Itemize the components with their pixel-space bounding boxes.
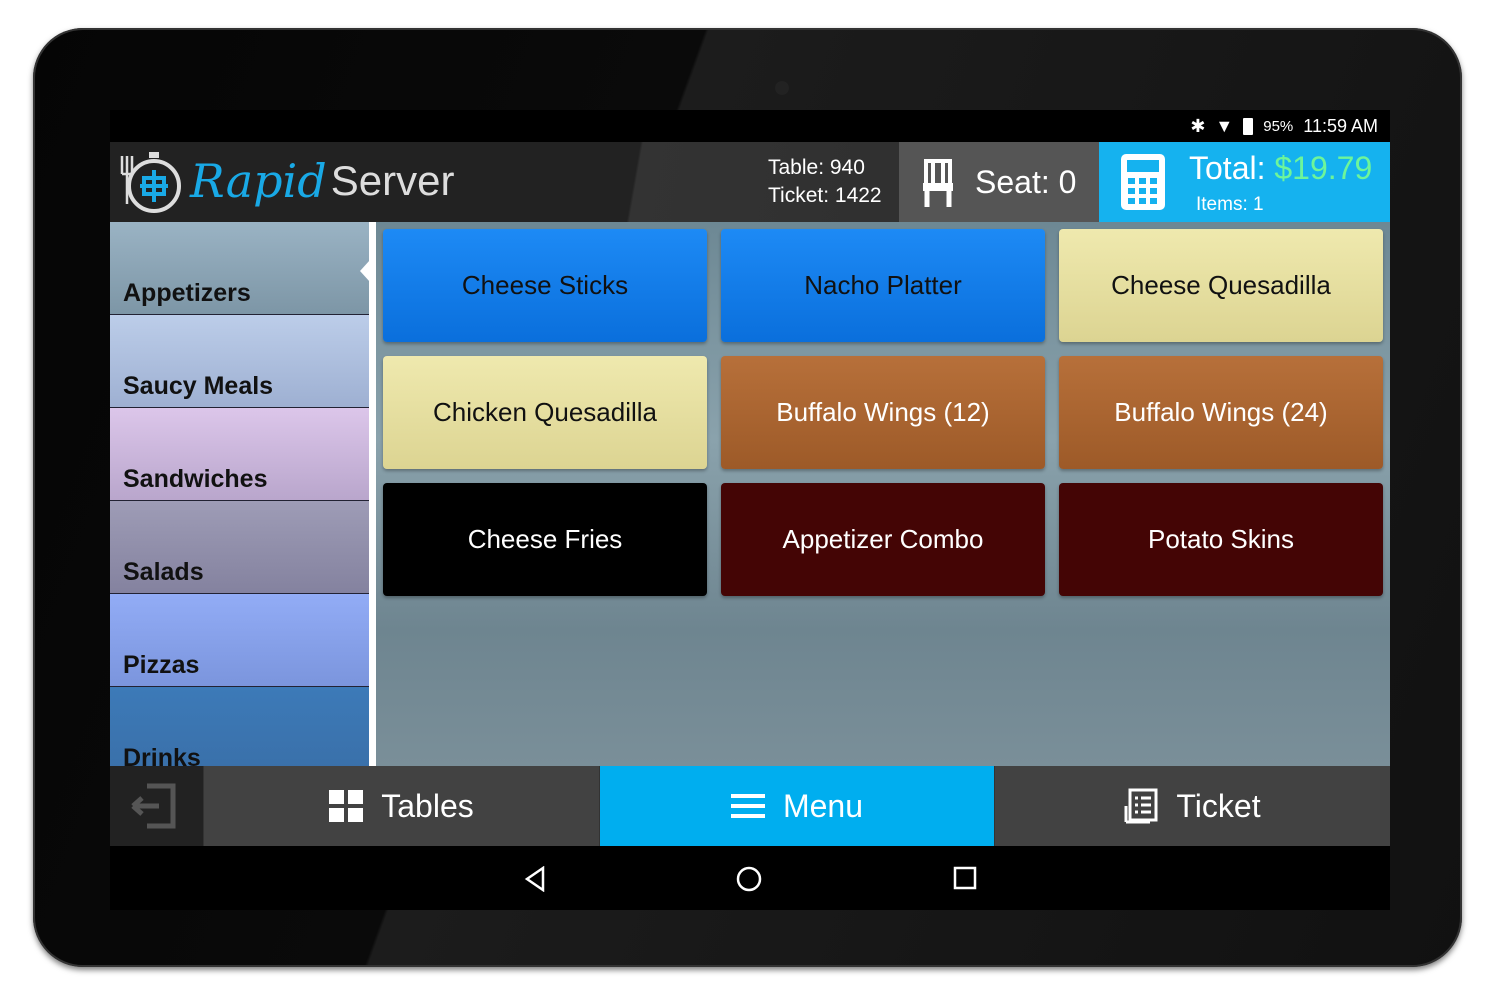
- item-potato-skins[interactable]: Potato Skins: [1059, 483, 1383, 596]
- seat-selector[interactable]: Seat: 0: [899, 142, 1099, 222]
- category-sidebar: Appetizers Saucy Meals Sandwiches Salads…: [110, 222, 369, 766]
- ticket-label: Ticket: [1176, 787, 1261, 824]
- items-count: Items: 1: [1196, 194, 1264, 215]
- recents-icon[interactable]: [953, 866, 977, 890]
- category-saucy-meals[interactable]: Saucy Meals: [110, 315, 369, 408]
- logo-rapid: Rapid: [190, 154, 327, 208]
- chair-icon: [923, 159, 953, 207]
- wifi-icon: ▼: [1215, 116, 1234, 136]
- seat-value: 0: [1058, 163, 1077, 200]
- total-value: $19.79: [1274, 150, 1373, 186]
- item-buffalo-wings-24[interactable]: Buffalo Wings (24): [1059, 356, 1383, 469]
- item-buffalo-wings-12[interactable]: Buffalo Wings (12): [721, 356, 1045, 469]
- total-label: Total:: [1189, 150, 1266, 186]
- logo: Rapid Server: [118, 148, 454, 214]
- back-icon[interactable]: [523, 866, 547, 892]
- android-nav-bar: [110, 846, 1390, 910]
- battery-percent: 95%: [1263, 118, 1294, 135]
- receipt-icon: [1124, 788, 1158, 824]
- category-sandwiches[interactable]: Sandwiches: [110, 408, 369, 501]
- category-salads[interactable]: Salads: [110, 501, 369, 594]
- item-appetizer-combo[interactable]: Appetizer Combo: [721, 483, 1045, 596]
- screen: ✱ ▼ 95% 11:59 AM Rapid Server Table: 940…: [110, 110, 1390, 910]
- item-cheese-sticks[interactable]: Cheese Sticks: [383, 229, 707, 342]
- table-number: Table: 940: [768, 156, 865, 179]
- grid-icon: [329, 790, 364, 822]
- logo-server: Server: [330, 157, 455, 204]
- item-chicken-quesadilla[interactable]: Chicken Quesadilla: [383, 356, 707, 469]
- logout-button[interactable]: [110, 766, 204, 846]
- calculator-icon: [1121, 154, 1165, 210]
- bluetooth-icon: ✱: [1190, 116, 1206, 136]
- ticket-button[interactable]: Ticket: [995, 766, 1390, 846]
- stopwatch-logo-icon: [120, 152, 181, 213]
- divider: [369, 222, 376, 766]
- item-cheese-quesadilla[interactable]: Cheese Quesadilla: [1059, 229, 1383, 342]
- battery-icon: [1243, 118, 1254, 135]
- hamburger-icon: [730, 794, 765, 818]
- order-total[interactable]: Total: $19.79 Items: 1: [1099, 142, 1390, 222]
- menu-item-grid: Cheese Sticks Nacho Platter Cheese Quesa…: [376, 222, 1390, 766]
- bottom-nav: Tables Menu Ticket: [110, 766, 1390, 846]
- home-icon[interactable]: [736, 866, 762, 892]
- category-appetizers[interactable]: Appetizers: [110, 222, 369, 315]
- logout-icon: [130, 783, 175, 829]
- item-nacho-platter[interactable]: Nacho Platter: [721, 229, 1045, 342]
- category-drinks[interactable]: Drinks: [110, 687, 369, 766]
- tables-button[interactable]: Tables: [204, 766, 600, 846]
- status-bar: ✱ ▼ 95% 11:59 AM: [1190, 116, 1378, 137]
- clock: 11:59 AM: [1303, 116, 1378, 136]
- selected-indicator: [360, 260, 370, 282]
- ticket-number: Ticket: 1422: [768, 184, 882, 207]
- app-header: Rapid Server Table: 940 Ticket: 1422 Sea…: [110, 142, 1390, 222]
- menu-label: Menu: [782, 787, 864, 824]
- menu-button[interactable]: Menu: [600, 766, 995, 846]
- item-cheese-fries[interactable]: Cheese Fries: [383, 483, 707, 596]
- seat-label: Seat:: [975, 163, 1050, 200]
- table-info: Table: 940 Ticket: 1422: [768, 154, 882, 210]
- camera: [775, 81, 789, 95]
- tables-label: Tables: [381, 787, 474, 824]
- category-pizzas[interactable]: Pizzas: [110, 594, 369, 687]
